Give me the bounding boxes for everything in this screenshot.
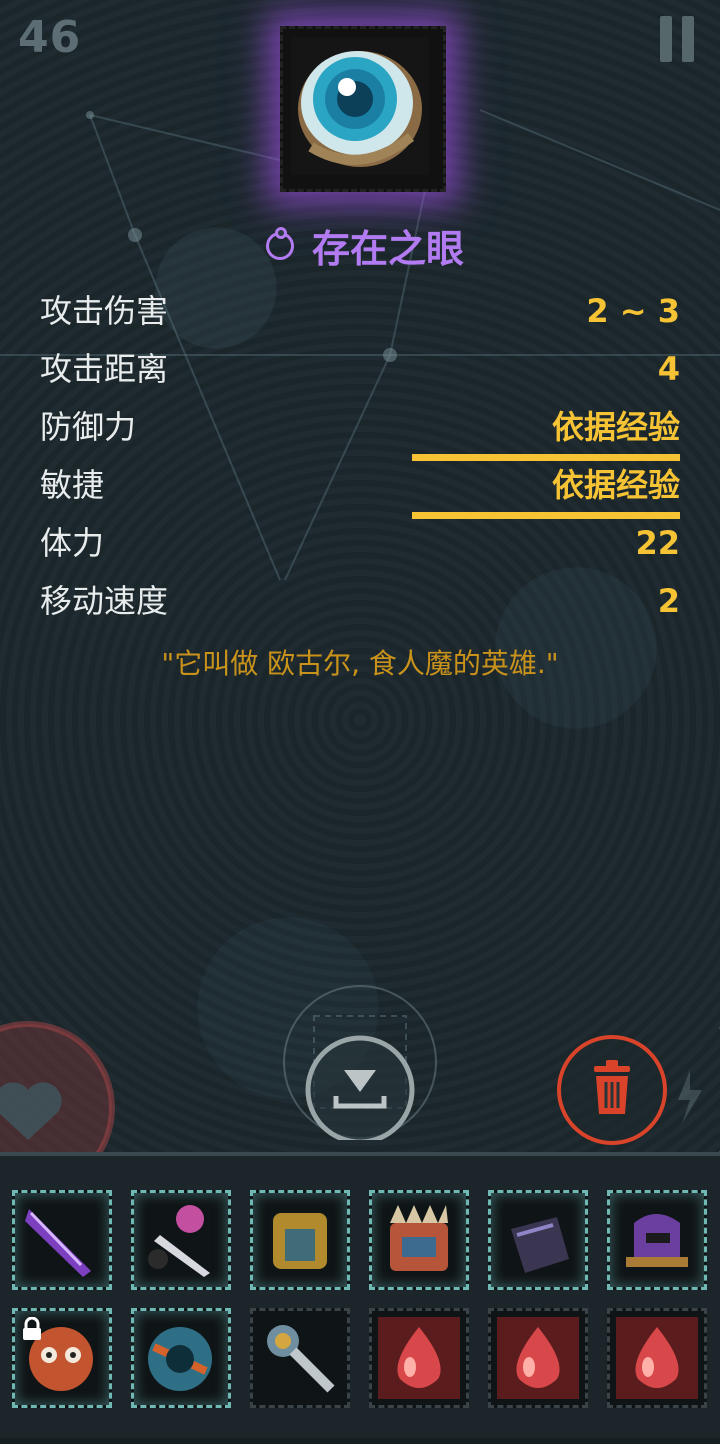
stat-value: 依据经验 [551, 466, 680, 504]
stats-list: 攻击伤害 2 ~ 3 攻击距离 4 防御力 依据经验 敏捷 依据经验 体力 22… [40, 288, 680, 636]
inventory-slot[interactable] [488, 1308, 588, 1408]
stat-underline [412, 512, 680, 519]
inventory-slot[interactable] [250, 1308, 350, 1408]
stat-value: 依据经验 [551, 408, 680, 446]
stat-row-defense: 防御力 依据经验 [40, 404, 680, 462]
key-wand-icon [267, 1325, 335, 1393]
inventory-slot[interactable] [369, 1190, 469, 1290]
pink-dagger-icon [148, 1205, 210, 1277]
inventory-slot[interactable] [488, 1190, 588, 1290]
stat-value: 2 [657, 582, 680, 620]
dark-gauntlet-icon [511, 1217, 569, 1273]
stat-row-attack-damage: 攻击伤害 2 ~ 3 [40, 288, 680, 346]
stat-row-attack-range: 攻击距离 4 [40, 346, 680, 404]
stat-row-stamina: 体力 22 [40, 520, 680, 578]
stat-row-move-speed: 移动速度 2 [40, 578, 680, 636]
stat-label: 移动速度 [40, 582, 169, 620]
red-potion-icon [616, 1317, 698, 1399]
item-name-text: 存在之眼 [311, 227, 464, 271]
ring-icon [265, 227, 294, 260]
turn-counter: 46 [18, 12, 82, 63]
inventory-slot-locked[interactable] [12, 1308, 112, 1408]
inventory-slot[interactable] [607, 1190, 707, 1290]
golden-armor-icon [273, 1213, 327, 1269]
flavor-text: "它叫做 欧古尔, 食人魔的英雄." [161, 647, 559, 680]
item-name: 存在之眼 [0, 218, 720, 273]
stat-label: 敏捷 [40, 466, 105, 504]
stat-label: 攻击距离 [40, 350, 169, 388]
trash-button[interactable] [556, 1034, 668, 1146]
inventory-slot[interactable] [131, 1190, 231, 1290]
eye-icon [291, 37, 429, 175]
stat-value: 4 [657, 350, 680, 388]
inventory-slot[interactable] [250, 1190, 350, 1290]
inventory-slot[interactable] [607, 1308, 707, 1408]
drop-item-button[interactable] [282, 984, 438, 1140]
purple-blade-icon [25, 1209, 91, 1277]
spiked-armor-icon [390, 1205, 448, 1271]
stat-label: 防御力 [40, 408, 137, 446]
lock-icon [23, 1317, 41, 1340]
inventory-slot[interactable] [12, 1190, 112, 1290]
red-potion-icon [378, 1317, 460, 1399]
item-portrait [280, 26, 446, 192]
stat-value: 22 [635, 524, 680, 562]
stat-row-agility: 敏捷 依据经验 [40, 462, 680, 520]
stat-label: 体力 [40, 524, 105, 562]
stat-label: 攻击伤害 [40, 292, 169, 330]
inventory-bar [0, 1152, 720, 1444]
stat-value: 2 ~ 3 [586, 292, 680, 330]
inventory-slot[interactable] [131, 1308, 231, 1408]
red-potion-icon [497, 1317, 579, 1399]
blue-orb-icon [148, 1327, 212, 1391]
purple-helmet-icon [626, 1214, 688, 1267]
stat-underline [412, 454, 680, 461]
inventory-slot[interactable] [369, 1308, 469, 1408]
pause-icon[interactable] [660, 16, 696, 62]
